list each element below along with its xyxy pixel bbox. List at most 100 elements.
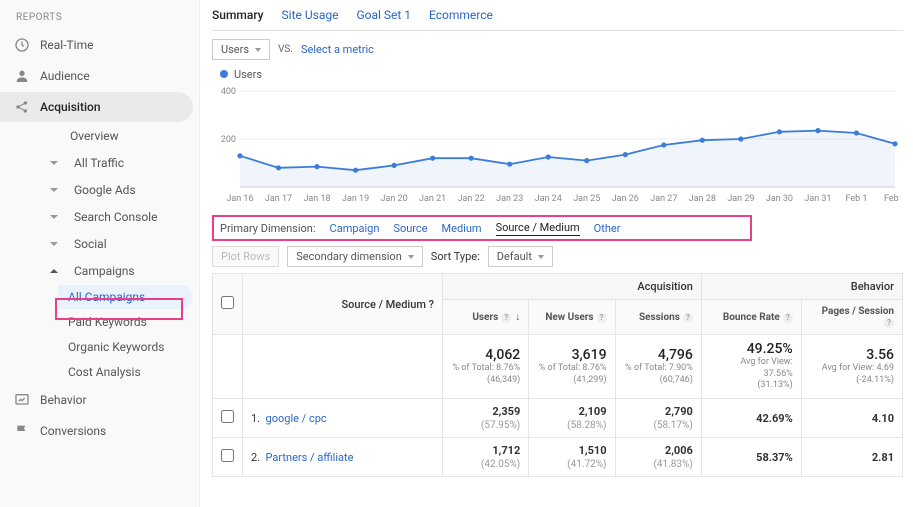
sidebar-sub-overview[interactable]: Overview (40, 123, 193, 149)
col-newusers[interactable]: New Users? (529, 300, 615, 335)
caret-icon (50, 161, 58, 165)
svg-text:Jan 20: Jan 20 (381, 194, 408, 204)
row-link[interactable]: Partners / affiliate (266, 451, 354, 464)
select-all-checkbox[interactable] (221, 296, 234, 309)
svg-text:Jan 17: Jan 17 (265, 194, 292, 204)
chevron-down-icon (408, 255, 414, 259)
sidebar-subsub-organickeywords[interactable]: Organic Keywords (58, 335, 193, 359)
tab-goalset1[interactable]: Goal Set 1 (356, 6, 411, 26)
caret-icon (50, 215, 58, 219)
table-toolbar: Plot Rows Secondary dimension Sort Type:… (212, 246, 903, 267)
share-icon (14, 99, 30, 115)
primary-col-header: Source / Medium ? (243, 274, 443, 335)
chart-legend: Users (220, 68, 903, 81)
metric-dropdown[interactable]: Users (212, 39, 270, 60)
clock-icon (14, 37, 30, 53)
svg-text:Jan 23: Jan 23 (496, 194, 523, 204)
data-table: Source / Medium ? Acquisition Behavior U… (212, 273, 903, 477)
flag-icon (14, 423, 30, 439)
main-content: Summary Site Usage Goal Set 1 Ecommerce … (200, 0, 913, 507)
group-acquisition: Acquisition (443, 274, 702, 300)
legend-dot-icon (220, 70, 228, 78)
tab-ecommerce[interactable]: Ecommerce (429, 6, 493, 26)
sort-type-dropdown[interactable]: Default (488, 246, 553, 267)
line-chart[interactable]: 200 400 Jan 16 Jan 17 Jan 18 Jan 19 Jan 20 Jan … (220, 85, 899, 205)
sidebar-sub-alltraffic[interactable]: All Traffic (40, 150, 193, 176)
row-checkbox[interactable] (221, 410, 234, 423)
row-link[interactable]: google / cpc (266, 412, 327, 425)
svg-text:Jan 18: Jan 18 (303, 194, 330, 204)
col-bouncerate[interactable]: Bounce Rate? (701, 300, 801, 335)
svg-text:Jan 21: Jan 21 (419, 194, 446, 204)
sidebar-item-acquisition[interactable]: Acquisition (0, 92, 193, 122)
svg-text:400: 400 (221, 87, 236, 97)
help-icon[interactable]: ? (783, 313, 793, 323)
help-icon[interactable]: ? (429, 298, 434, 311)
svg-text:Jan 29: Jan 29 (727, 194, 754, 204)
dim-sourcemedium[interactable]: Source / Medium (496, 221, 580, 236)
sidebar-item-label: Audience (40, 69, 90, 83)
help-icon[interactable]: ? (683, 313, 693, 323)
sort-arrow-icon: ↓ (515, 312, 520, 323)
sidebar-item-label: Acquisition (40, 100, 101, 114)
caret-icon (50, 188, 58, 192)
svg-text:Jan 27: Jan 27 (650, 194, 677, 204)
help-icon[interactable]: ? (501, 313, 511, 323)
sidebar-sub-searchconsole[interactable]: Search Console (40, 204, 193, 230)
row-checkbox[interactable] (221, 449, 234, 462)
sidebar-heading: REPORTS (0, 6, 199, 29)
dim-campaign[interactable]: Campaign (330, 222, 380, 235)
sidebar-item-conversions[interactable]: Conversions (0, 416, 193, 446)
svg-text:Jan 26: Jan 26 (612, 194, 639, 204)
table-row[interactable]: 2. Partners / affiliate1,712 (42.05%)1,5… (213, 438, 903, 477)
sidebar: REPORTS Real-Time Audience Acquisition O… (0, 0, 200, 507)
dim-other[interactable]: Other (594, 222, 624, 235)
sidebar-item-label: Real-Time (40, 38, 93, 52)
plot-rows-button: Plot Rows (212, 246, 279, 267)
caret-up-icon (50, 269, 58, 273)
sidebar-item-behavior[interactable]: Behavior (0, 385, 193, 415)
sidebar-sub-googleads[interactable]: Google Ads (40, 177, 193, 203)
sidebar-sub-social[interactable]: Social (40, 231, 193, 257)
svg-text:Jan 24: Jan 24 (535, 194, 562, 204)
svg-text:Feb 2: Feb 2 (884, 194, 899, 204)
svg-text:200: 200 (221, 135, 236, 145)
svg-text:Feb 1: Feb 1 (845, 194, 867, 204)
svg-text:Jan 25: Jan 25 (573, 194, 600, 204)
secondary-dimension-dropdown[interactable]: Secondary dimension (287, 246, 423, 267)
sidebar-sub-campaigns[interactable]: Campaigns (40, 258, 193, 284)
sidebar-subsub-costanalysis[interactable]: Cost Analysis (58, 360, 193, 384)
table-row[interactable]: 1. google / cpc2,359 (57.95%)2,109 (58.2… (213, 399, 903, 438)
svg-text:Jan 16: Jan 16 (226, 194, 253, 204)
report-tabs: Summary Site Usage Goal Set 1 Ecommerce (212, 6, 903, 31)
sidebar-item-audience[interactable]: Audience (0, 61, 193, 91)
sidebar-item-realtime[interactable]: Real-Time (0, 30, 193, 60)
col-users[interactable]: Users?↓ (443, 300, 529, 335)
sidebar-subsub-paidkeywords[interactable]: Paid Keywords (58, 310, 193, 334)
caret-icon (50, 242, 58, 246)
chevron-down-icon (538, 255, 544, 259)
svg-text:Jan 28: Jan 28 (689, 194, 716, 204)
svg-text:Jan 30: Jan 30 (766, 194, 793, 204)
select-metric-link[interactable]: Select a metric (301, 43, 374, 56)
svg-text:Jan 22: Jan 22 (458, 194, 485, 204)
tab-siteusage[interactable]: Site Usage (282, 6, 339, 26)
svg-text:Jan 31: Jan 31 (804, 194, 831, 204)
svg-text:Jan 19: Jan 19 (342, 194, 369, 204)
tab-summary[interactable]: Summary (212, 6, 264, 26)
checkbox-header[interactable] (213, 274, 243, 335)
help-icon[interactable]: ? (597, 313, 607, 323)
dim-medium[interactable]: Medium (442, 222, 482, 235)
vs-label: VS. (278, 44, 293, 55)
col-sessions[interactable]: Sessions? (615, 300, 701, 335)
group-behavior: Behavior (701, 274, 902, 300)
sidebar-subsub-allcampaigns[interactable]: All Campaigns (58, 285, 193, 309)
person-icon (14, 68, 30, 84)
dim-source[interactable]: Source (393, 222, 427, 235)
sidebar-item-label: Conversions (40, 424, 106, 438)
sidebar-item-label: Behavior (40, 393, 87, 407)
primary-dimension-row: Primary Dimension: Campaign Source Mediu… (212, 217, 903, 240)
col-pagessession[interactable]: Pages / Session? (801, 300, 902, 335)
behavior-icon (14, 392, 30, 408)
help-icon[interactable]: ? (884, 318, 894, 328)
